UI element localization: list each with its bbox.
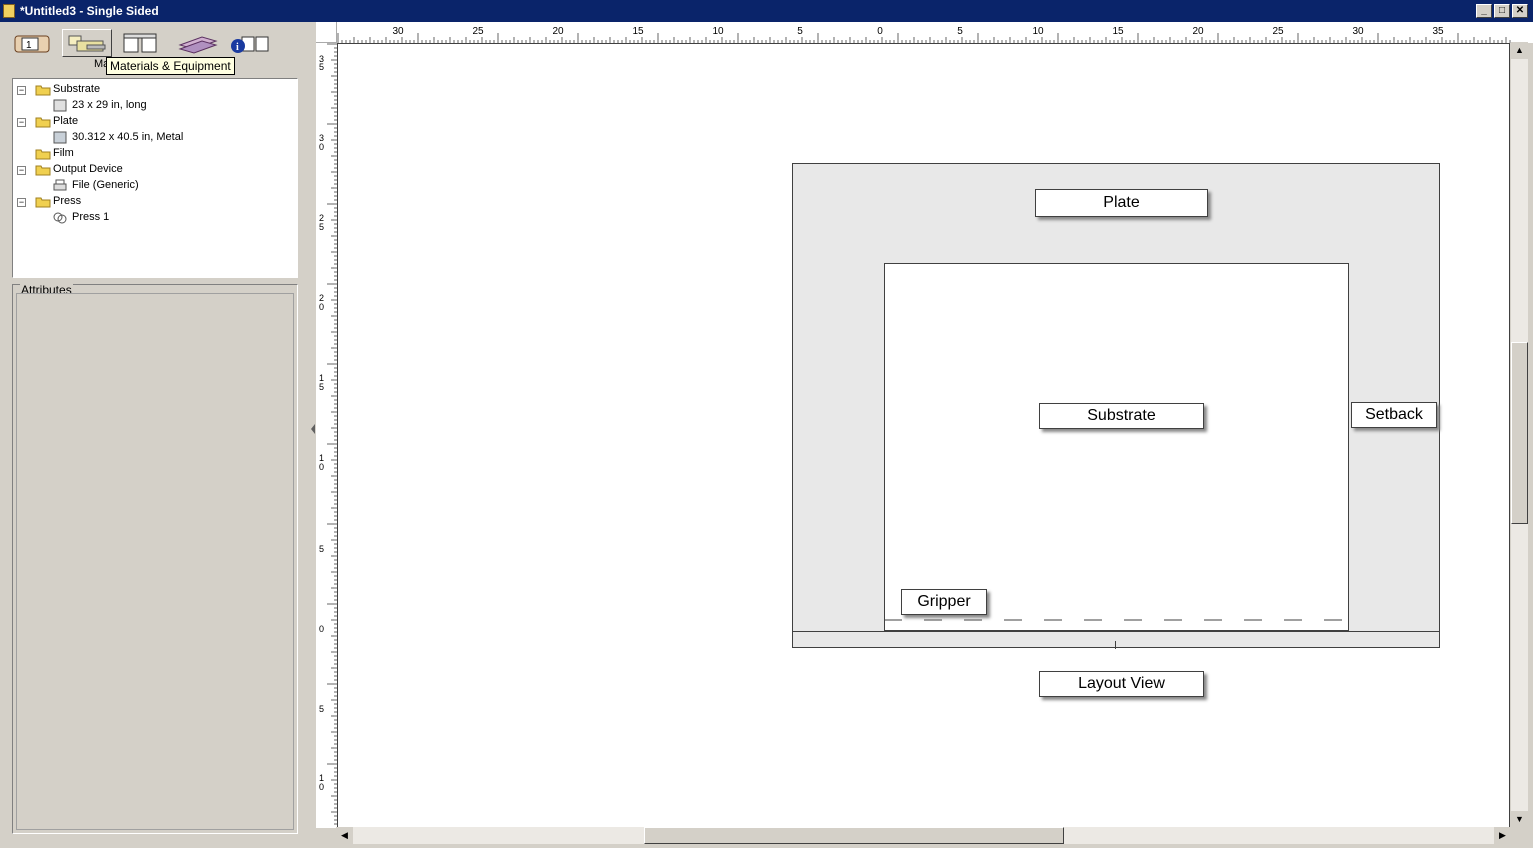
ruler-label: 0 xyxy=(319,782,324,792)
scroll-left-arrow-icon[interactable]: ◀ xyxy=(336,827,353,844)
press-icon xyxy=(53,212,67,224)
tree-node-label: 23 x 29 in, long xyxy=(72,99,147,111)
horizontal-ruler: 30 25 20 15 10 5 0 5 10 15 20 25 30 35 xyxy=(316,22,1533,43)
ruler-label: 0 xyxy=(319,462,324,472)
tab-job[interactable]: 1 xyxy=(8,29,58,57)
vertical-ruler: 3 5 3 0 2 5 2 0 1 5 1 0 5 0 5 1 0 xyxy=(316,22,337,828)
folder-icon xyxy=(35,149,51,160)
ruler-origin[interactable] xyxy=(316,22,337,43)
layout-view: 30 25 20 15 10 5 0 5 10 15 20 25 30 35 3… xyxy=(316,22,1533,848)
vertical-scroll-thumb[interactable] xyxy=(1511,342,1528,524)
ruler-label: 5 xyxy=(319,704,324,714)
folder-icon xyxy=(35,85,51,96)
ruler-label: 15 xyxy=(1112,26,1124,37)
tree-node-label: File (Generic) xyxy=(72,179,139,191)
folder-icon xyxy=(35,165,51,176)
tab-info[interactable]: i xyxy=(226,29,276,57)
ruler-label: 5 xyxy=(319,382,324,392)
tree-node-label: Film xyxy=(53,147,74,159)
tree-node-label: Press xyxy=(53,195,82,207)
ruler-label: 10 xyxy=(712,26,724,37)
setback-label[interactable]: Setback xyxy=(1351,402,1437,428)
materials-tree: − Substrate 23 x 29 in, long − Plate 30.… xyxy=(12,78,298,278)
ruler-label: 25 xyxy=(1272,26,1284,37)
tree-node-label: Press 1 xyxy=(72,211,110,223)
ruler-label: 5 xyxy=(957,26,963,37)
plate-label[interactable]: Plate xyxy=(1035,189,1208,217)
stack-icon xyxy=(178,36,218,54)
ruler-label: 0 xyxy=(319,624,324,634)
plate-icon xyxy=(53,131,67,144)
collapse-toggle[interactable]: − xyxy=(17,86,26,95)
tab-layout[interactable] xyxy=(118,29,168,57)
scroll-right-arrow-icon[interactable]: ▶ xyxy=(1494,827,1511,844)
ruler-label: 5 xyxy=(319,62,324,72)
layout-icon xyxy=(123,33,157,53)
center-mark xyxy=(1115,641,1116,649)
vertical-scrollbar[interactable]: ▲ ▼ xyxy=(1511,42,1528,828)
document-icon xyxy=(3,4,15,18)
attributes-panel xyxy=(16,293,294,830)
ruler-label: 15 xyxy=(632,26,644,37)
svg-text:i: i xyxy=(236,42,239,53)
scroll-down-arrow-icon[interactable]: ▼ xyxy=(1511,811,1528,828)
horizontal-scrollbar[interactable]: ◀ ▶ xyxy=(336,827,1511,844)
materials-equipment-icon xyxy=(68,35,106,52)
ruler-label: 30 xyxy=(1352,26,1364,37)
folder-icon xyxy=(35,117,51,128)
tree-node-label: Plate xyxy=(53,115,79,127)
folder-icon xyxy=(35,197,51,208)
job-icon: 1 xyxy=(14,35,50,53)
info-icon: i xyxy=(231,36,269,53)
tree-node-label: Output Device xyxy=(53,163,123,175)
tooltip: Materials & Equipment xyxy=(106,57,235,75)
tree-node-label: Substrate xyxy=(53,83,101,95)
horizontal-scroll-thumb[interactable] xyxy=(644,827,1064,844)
tree-node-label: 30.312 x 40.5 in, Metal xyxy=(72,131,184,143)
ruler-label: 20 xyxy=(552,26,564,37)
svg-text:1: 1 xyxy=(26,40,32,51)
ruler-label: 5 xyxy=(319,222,324,232)
scroll-up-arrow-icon[interactable]: ▲ xyxy=(1511,42,1528,59)
ruler-label: 5 xyxy=(797,26,803,37)
maximize-button[interactable]: □ xyxy=(1494,4,1510,18)
attributes-group: Attributes xyxy=(12,283,298,834)
layout-canvas[interactable]: Plate Substrate Setback Gripper Layout V… xyxy=(337,43,1510,828)
ruler-label: 0 xyxy=(319,142,324,152)
close-button[interactable]: ✕ xyxy=(1512,4,1528,18)
tab-stack[interactable] xyxy=(172,29,222,57)
collapse-toggle[interactable]: − xyxy=(17,118,26,127)
substrate-area[interactable] xyxy=(884,263,1349,631)
window-title: *Untitled3 - Single Sided xyxy=(20,4,159,18)
tab-materials-equipment[interactable] xyxy=(62,29,112,57)
substrate-label[interactable]: Substrate xyxy=(1039,403,1204,429)
collapse-toggle[interactable]: − xyxy=(17,166,26,175)
file-device-icon xyxy=(53,179,67,191)
left-panel: 1 i Ma Materials & Equipment − Substrate… xyxy=(0,22,310,848)
minimize-button[interactable]: _ xyxy=(1476,4,1492,18)
ruler-label: 35 xyxy=(1432,26,1444,37)
ruler-label: 25 xyxy=(472,26,484,37)
ruler-label: 20 xyxy=(1192,26,1204,37)
ruler-label: 0 xyxy=(319,302,324,312)
ruler-label: 10 xyxy=(1032,26,1044,37)
ruler-label: 30 xyxy=(392,26,404,37)
ruler-label: 5 xyxy=(319,544,324,554)
substrate-sheet-icon xyxy=(53,99,67,112)
layout-view-label[interactable]: Layout View xyxy=(1039,671,1204,697)
ruler-label: 0 xyxy=(877,26,883,37)
press-bottom-bar xyxy=(792,631,1440,648)
gripper-label[interactable]: Gripper xyxy=(901,589,987,615)
window-title-bar: *Untitled3 - Single Sided _ □ ✕ xyxy=(0,0,1533,22)
gripper-line xyxy=(884,619,1349,621)
collapse-toggle[interactable]: − xyxy=(17,198,26,207)
